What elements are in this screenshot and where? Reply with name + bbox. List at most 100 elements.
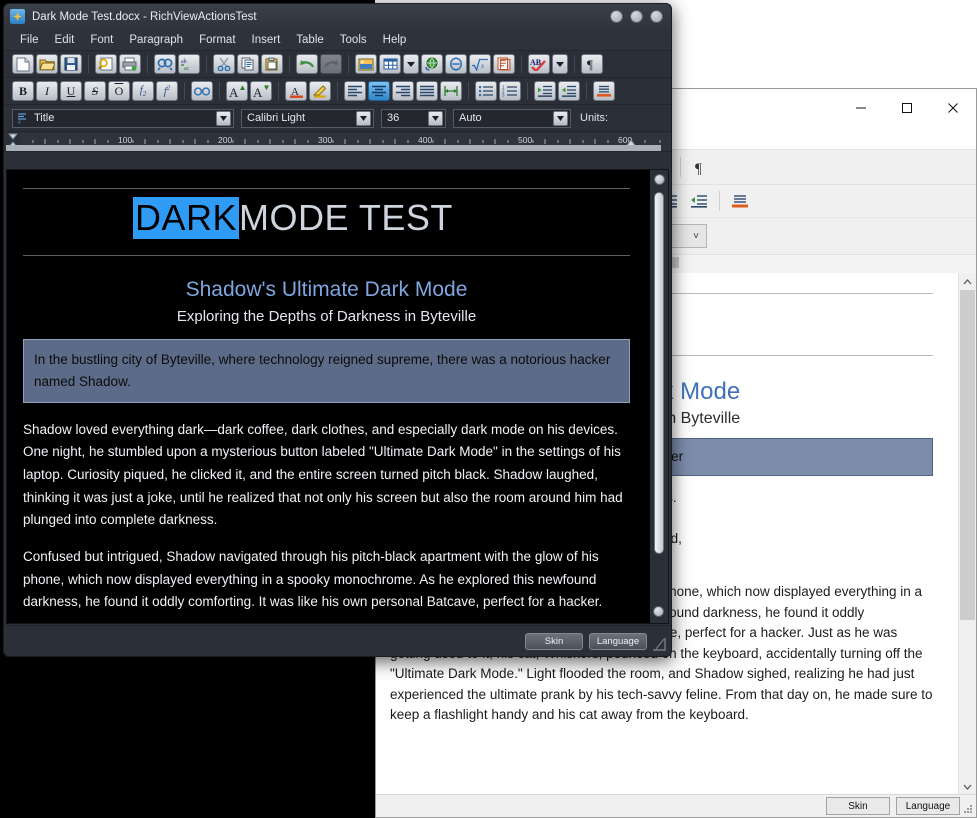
align-left-icon[interactable]	[344, 81, 366, 101]
dark-window-page[interactable]: DARK MODE TEST Shadow's Ultimate Dark Mo…	[7, 170, 650, 623]
resize-grip-icon[interactable]	[962, 803, 974, 815]
maximize-button[interactable]	[884, 89, 930, 127]
skin-button[interactable]: Skin	[525, 633, 583, 650]
light-window-vertical-scrollbar[interactable]	[958, 273, 976, 795]
align-right-icon[interactable]	[392, 81, 414, 101]
menu-item-file[interactable]: File	[12, 33, 47, 47]
minimize-button[interactable]	[838, 89, 884, 127]
chevron-down-icon[interactable]	[959, 778, 976, 795]
overline-icon[interactable]: O	[108, 81, 130, 101]
paste-icon[interactable]	[261, 54, 283, 74]
increase-indent-icon[interactable]	[685, 188, 713, 214]
insert-picture-icon[interactable]	[355, 54, 377, 74]
insert-symbol-icon[interactable]	[445, 54, 467, 74]
copy-icon[interactable]	[237, 54, 259, 74]
minimize-button[interactable]	[610, 10, 623, 23]
superscript-icon[interactable]: f2	[156, 81, 178, 101]
print-icon[interactable]	[119, 54, 141, 74]
reading-glasses-icon[interactable]	[191, 81, 213, 101]
skin-button[interactable]: Skin	[826, 797, 890, 815]
menu-item-tools[interactable]: Tools	[332, 33, 375, 47]
resize-grip-icon[interactable]	[652, 637, 666, 651]
document-heading-1: Shadow's Ultimate Dark Mode	[23, 278, 630, 302]
dark-window-scroll-thumb[interactable]	[654, 192, 664, 554]
undo-icon[interactable]	[296, 54, 318, 74]
menu-item-font[interactable]: Font	[82, 33, 121, 47]
svg-text:3: 3	[502, 92, 505, 97]
language-button[interactable]: Language	[896, 797, 960, 815]
redo-icon[interactable]	[320, 54, 342, 74]
close-button[interactable]	[650, 10, 663, 23]
dark-window-horizontal-ruler[interactable]: 100 200 300 400 500 600	[4, 132, 671, 152]
dark-window-titlebar[interactable]: Dark Mode Test.docx - RichViewActionsTes…	[4, 4, 671, 29]
chevron-down-icon[interactable]	[356, 111, 371, 126]
underline-icon[interactable]: U	[60, 81, 82, 101]
align-center-icon[interactable]	[368, 81, 390, 101]
show-paragraph-marks-icon[interactable]: ¶	[687, 154, 715, 180]
replace-icon[interactable]: abac	[178, 54, 200, 74]
dark-window-toolbar-row1[interactable]: abac	[4, 51, 671, 78]
chevron-up-icon[interactable]	[959, 273, 976, 290]
spellcheck-dropdown-icon[interactable]	[552, 54, 568, 74]
font-color-icon[interactable]: A	[285, 81, 307, 101]
chevron-down-icon[interactable]	[216, 111, 231, 126]
menu-item-table[interactable]: Table	[288, 33, 332, 47]
paragraph-style-combo[interactable]: a Title	[12, 109, 234, 128]
shrink-font-icon[interactable]: A	[250, 81, 272, 101]
save-icon[interactable]	[60, 54, 82, 74]
insert-equation-icon[interactable]: x	[469, 54, 491, 74]
menu-item-format[interactable]: Format	[191, 33, 243, 47]
insert-note-icon[interactable]	[493, 54, 515, 74]
new-document-icon[interactable]	[12, 54, 34, 74]
align-justify-icon[interactable]	[416, 81, 438, 101]
show-paragraph-marks-icon[interactable]: ¶	[581, 54, 603, 74]
spellcheck-icon[interactable]: AB	[528, 54, 550, 74]
numbered-list-icon[interactable]: 123	[499, 81, 521, 101]
dark-editor-window[interactable]: Dark Mode Test.docx - RichViewActionsTes…	[3, 3, 672, 657]
line-spacing-combo[interactable]: Auto	[453, 109, 571, 128]
line-spacing-icon[interactable]	[440, 81, 462, 101]
chevron-down-icon[interactable]	[553, 111, 568, 126]
menu-item-help[interactable]: Help	[375, 33, 415, 47]
highlight-color-icon[interactable]	[309, 81, 331, 101]
paragraph-border-icon[interactable]	[726, 188, 754, 214]
paragraph-border-icon[interactable]	[593, 81, 615, 101]
insert-hyperlink-icon[interactable]	[421, 54, 443, 74]
light-window-statusbar[interactable]: Skin Language	[376, 794, 976, 817]
bullet-list-icon[interactable]	[475, 81, 497, 101]
open-folder-icon[interactable]	[36, 54, 58, 74]
subscript-icon[interactable]: f2	[132, 81, 154, 101]
close-button[interactable]	[930, 89, 976, 127]
light-window-scroll-thumb[interactable]	[960, 290, 975, 620]
dark-window-statusbar[interactable]: Skin Language	[4, 625, 671, 656]
menu-item-paragraph[interactable]: Paragraph	[121, 33, 191, 47]
insert-table-dropdown-icon[interactable]	[403, 54, 419, 74]
svg-text:¶: ¶	[695, 161, 702, 175]
cut-icon[interactable]	[213, 54, 235, 74]
font-size-combo[interactable]: 36	[381, 109, 446, 128]
dark-window-vertical-scrollbar[interactable]	[650, 170, 668, 623]
title-rule-top	[23, 188, 630, 189]
dark-window-menubar[interactable]: File Edit Font Paragraph Format Insert T…	[4, 29, 671, 51]
grow-font-icon[interactable]: A	[226, 81, 248, 101]
maximize-button[interactable]	[630, 10, 643, 23]
font-name-combo[interactable]: Calibri Light	[241, 109, 374, 128]
insert-table-icon[interactable]	[379, 54, 401, 74]
decrease-indent-icon[interactable]	[534, 81, 556, 101]
increase-indent-icon[interactable]	[558, 81, 580, 101]
scroll-down-button[interactable]	[653, 606, 664, 617]
chevron-down-icon[interactable]	[428, 111, 443, 126]
chevron-down-icon[interactable]: ˅	[686, 231, 706, 242]
italic-icon[interactable]: I	[36, 81, 58, 101]
menu-item-insert[interactable]: Insert	[244, 33, 289, 47]
menu-item-edit[interactable]: Edit	[47, 33, 83, 47]
strikethrough-icon[interactable]: S	[84, 81, 106, 101]
dark-window-format-bar[interactable]: a Title Calibri Light 36 Auto Units:	[4, 105, 671, 132]
bold-icon[interactable]: B	[12, 81, 34, 101]
language-button[interactable]: Language	[589, 633, 647, 650]
print-preview-icon[interactable]	[95, 54, 117, 74]
dark-window-toolbar-row2[interactable]: B I U S O f2 f2 A A A	[4, 78, 671, 105]
find-icon[interactable]	[154, 54, 176, 74]
scroll-up-button[interactable]	[654, 174, 665, 185]
dark-window-document-area[interactable]: DARK MODE TEST Shadow's Ultimate Dark Mo…	[6, 169, 669, 624]
